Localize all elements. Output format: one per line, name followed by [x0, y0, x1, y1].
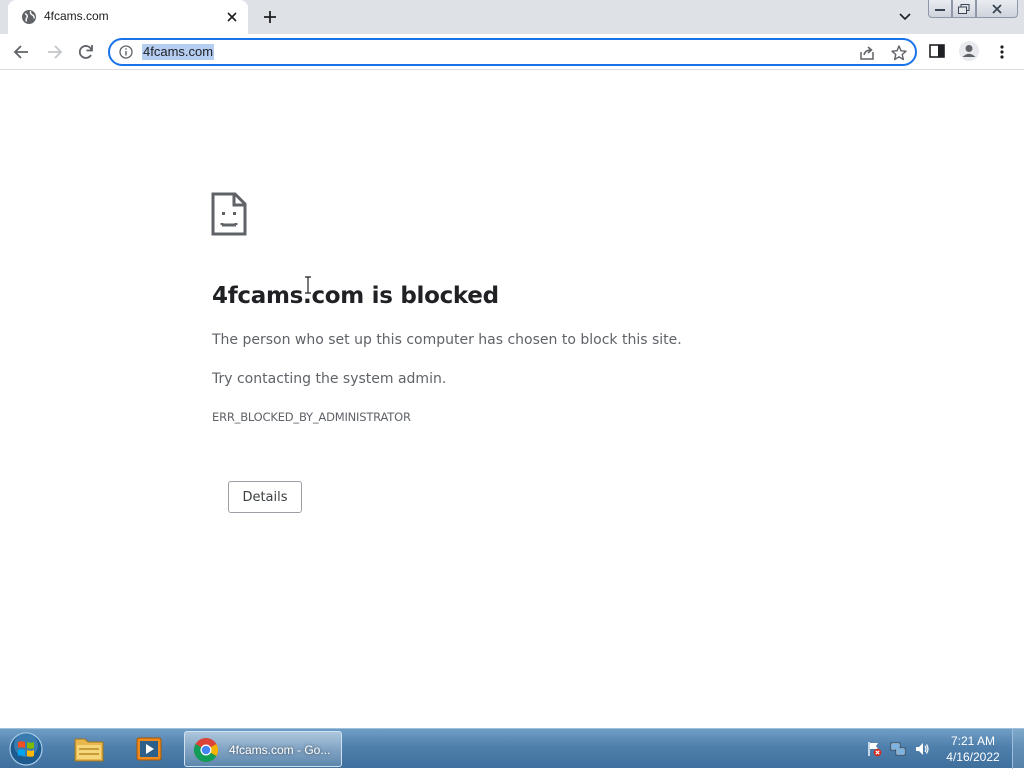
tab-title: 4fcams.com: [44, 9, 109, 23]
media-player-icon[interactable]: [124, 732, 174, 766]
suggestion-text: Try contacting the system admin.: [212, 371, 447, 387]
text-cursor-icon: [303, 276, 313, 294]
browser-toolbar: 4fcams.com: [0, 34, 1024, 70]
clock-date: 4/16/2022: [946, 750, 1000, 764]
browser-tab[interactable]: 4fcams.com: [8, 0, 248, 34]
window-close-button[interactable]: [976, 0, 1018, 18]
sad-file-icon: [211, 192, 247, 236]
page-title: 4fcams.com is blocked: [212, 283, 499, 309]
kebab-menu-icon[interactable]: [995, 42, 1009, 62]
page-content: 4fcams.com is blocked The person who set…: [0, 71, 1024, 728]
error-code: ERR_BLOCKED_BY_ADMINISTRATOR: [212, 410, 411, 424]
url-text[interactable]: 4fcams.com: [142, 44, 215, 60]
close-icon[interactable]: [224, 9, 240, 25]
reload-icon[interactable]: [76, 42, 96, 62]
chrome-icon: [193, 737, 219, 763]
plus-icon[interactable]: [260, 8, 280, 26]
volume-icon[interactable]: [914, 741, 930, 757]
details-button[interactable]: Details: [228, 481, 302, 513]
folder-icon[interactable]: [64, 732, 114, 766]
clock-time: 7:21 AM: [950, 734, 996, 748]
tab-strip: 4fcams.com: [0, 0, 1024, 34]
taskbar-chrome-window[interactable]: 4fcams.com - Go...: [184, 731, 342, 767]
network-icon[interactable]: [890, 741, 906, 757]
chevron-down-icon[interactable]: [897, 8, 913, 24]
restore-button[interactable]: [952, 0, 976, 18]
action-center-flag-icon[interactable]: [866, 741, 882, 757]
windows-start-icon[interactable]: [6, 730, 46, 768]
info-icon[interactable]: [119, 45, 133, 59]
share-icon[interactable]: [858, 44, 876, 62]
show-desktop-button[interactable]: [1012, 729, 1024, 769]
taskbar-window-label: 4fcams.com - Go...: [229, 743, 331, 757]
side-panel-icon[interactable]: [928, 42, 946, 60]
arrow-right-icon[interactable]: [44, 42, 64, 62]
globe-icon: [21, 9, 37, 25]
minimize-button[interactable]: [928, 0, 952, 18]
block-message: The person who set up this computer has …: [212, 332, 682, 348]
arrow-left-icon[interactable]: [12, 42, 32, 62]
profile-icon[interactable]: [958, 40, 980, 62]
system-clock[interactable]: 7:21 AM 4/16/2022: [938, 733, 1008, 765]
star-icon[interactable]: [890, 44, 908, 62]
taskbar: 4fcams.com - Go... 7:21 AM 4/16/2022: [0, 728, 1024, 769]
address-bar[interactable]: 4fcams.com: [108, 38, 917, 66]
